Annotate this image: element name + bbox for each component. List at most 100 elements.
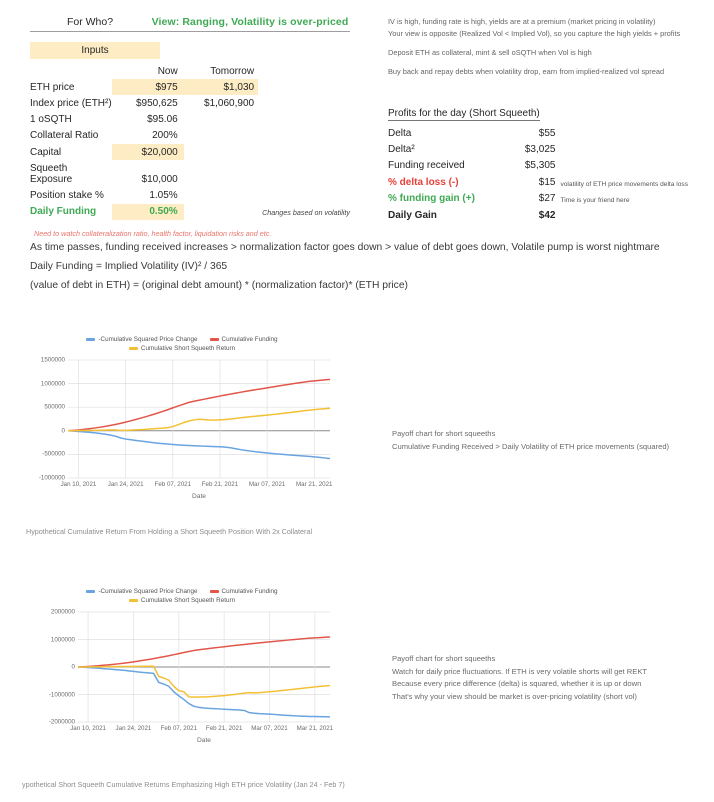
profits-row: Delta $55 xyxy=(388,125,688,141)
inputs-row-note xyxy=(258,144,350,160)
header-divider xyxy=(30,31,350,32)
inputs-row-note xyxy=(258,160,350,187)
legend-item[interactable]: -Cumulative Squared Price Change xyxy=(86,588,198,595)
legend-item[interactable]: -Cumulative Squared Price Change xyxy=(86,336,198,343)
x-axis-title: Date xyxy=(192,493,206,500)
chart-note-line: Payoff chart for short squeeths xyxy=(392,654,496,663)
inputs-table: Now Tomorrow ETH price $975 $1,030 Index pr… xyxy=(30,63,350,220)
inputs-row-now: 200% xyxy=(152,130,178,142)
profits-row-note: Time is your friend here xyxy=(560,197,630,205)
strategy-note-2: Deposit ETH as collateral, mint & sell o… xyxy=(388,48,592,57)
x-axis-tick-label: Mar 21, 2021 xyxy=(296,481,333,488)
legend-swatch-icon xyxy=(128,599,138,602)
strategy-notes: IV is high, funding rate is high, yields… xyxy=(388,16,708,78)
inputs-row-label: Collateral Ratio xyxy=(30,130,99,142)
legend-label: -Cumulative Squared Price Change xyxy=(98,588,198,595)
inputs-row-tomorrow: $1,030 xyxy=(183,79,259,96)
profits-row-note xyxy=(555,207,688,223)
inputs-row-now: 0.50% xyxy=(111,203,184,220)
inputs-row-tomorrow xyxy=(184,160,258,187)
chart-legend: -Cumulative Squared Price Change Cumulati… xyxy=(22,336,342,352)
profits-row-value: $42 xyxy=(538,209,556,221)
strategy-note-1: Your view is opposite (Realized Vol < Im… xyxy=(388,29,681,38)
profits-row: % delta loss (-) $15 volatility of ETH pri… xyxy=(388,174,688,190)
strategy-header: For Who? View: Ranging, Volatility is ov… xyxy=(30,16,350,30)
inputs-row: 1 oSQTH $95.06 xyxy=(30,112,350,128)
profits-row-note xyxy=(555,158,688,174)
inputs-row-label: Index price (ETH²) xyxy=(30,97,112,109)
legend-item[interactable]: Cumulative Short Squeeth Return xyxy=(128,597,236,604)
x-axis-tick-label: Jan 24, 2021 xyxy=(107,481,144,488)
x-axis-title: Date xyxy=(197,737,211,744)
y-axis-tick-label: -1000000 xyxy=(48,691,75,698)
inputs-row: Position stake % 1.05% xyxy=(30,187,350,203)
inputs-row: Capital $20,000 xyxy=(30,143,350,161)
inputs-row-tomorrow xyxy=(184,144,258,160)
legend-item[interactable]: Cumulative Short Squeeth Return xyxy=(128,345,235,352)
x-axis-tick-label: Jan 10, 2021 xyxy=(60,481,97,488)
inputs-row-label: 1 oSQTH xyxy=(30,114,72,126)
inputs-row-now: 1.05% xyxy=(149,189,178,201)
profits-row-note xyxy=(555,125,688,141)
y-axis-tick-label: 1500000 xyxy=(40,356,65,364)
risk-warning: Need to watch collateralization ratio, h… xyxy=(34,228,272,238)
inputs-row-label: ETH price xyxy=(30,81,75,93)
column-header-now: Now xyxy=(157,65,178,77)
x-axis-tick-label: Mar 07, 2021 xyxy=(248,481,286,488)
profits-row: % funding gain (+) $27 Time is your friend… xyxy=(388,191,688,207)
inputs-row-tomorrow xyxy=(184,204,258,220)
chart-series-line xyxy=(67,378,331,432)
profits-row-value: $27 xyxy=(538,193,556,205)
legend-item[interactable]: Cumulative Funding xyxy=(209,588,278,595)
chart-series-line xyxy=(77,666,331,718)
inputs-row-now: $975 xyxy=(111,79,184,96)
explainer-block: As time passes, funding received increas… xyxy=(30,238,690,295)
profits-row-value: $5,305 xyxy=(524,160,556,172)
explainer-line: Daily Funding = Implied Volatility (IV)²… xyxy=(30,261,228,272)
inputs-row: Collateral Ratio 200% xyxy=(30,128,350,144)
y-axis-tick-label: 1000000 xyxy=(40,380,65,388)
chart-note-line: Watch for daily price fluctuations. If E… xyxy=(392,666,648,676)
profits-row-value: $3,025 xyxy=(524,144,556,156)
x-axis-tick-label: Feb 21, 2021 xyxy=(201,481,239,488)
inputs-row-note xyxy=(258,187,350,203)
chart-note-line: Cumulative Funding Received > Daily Vola… xyxy=(392,441,670,451)
chart-series-line xyxy=(77,636,331,668)
inputs-row-label: Daily Funding xyxy=(30,206,97,218)
inputs-row-note xyxy=(258,128,350,144)
chart-note-line: Because every price difference (delta) i… xyxy=(392,679,642,688)
strategy-note-0: IV is high, funding rate is high, yields… xyxy=(388,17,656,26)
legend-row: Cumulative Short Squeeth Return xyxy=(128,345,235,352)
x-axis-tick-label: Feb 21, 2021 xyxy=(205,725,243,732)
y-axis-tick-label: 500000 xyxy=(44,403,65,411)
x-axis-tick-label: Feb 07, 2021 xyxy=(160,725,198,732)
profits-row-note: volatility of ETH price movements delta … xyxy=(560,180,688,188)
chart-note-line: That's why your view should be market is… xyxy=(392,691,637,701)
chart-svg xyxy=(77,611,331,723)
chart1-notes: Payoff chart for short squeeths Cumulativ… xyxy=(392,428,669,453)
y-axis-tick-label: 0 xyxy=(61,427,65,435)
legend-label: Cumulative Funding xyxy=(221,336,278,343)
inputs-row-label: Squeeth Exposure xyxy=(30,162,73,185)
column-header-tomorrow: Tomorrow xyxy=(210,65,255,77)
inputs-row: ETH price $975 $1,030 xyxy=(30,79,350,96)
profits-panel: Profits for the day (Short Squeeth) Delt… xyxy=(388,108,688,223)
profits-row: Funding received $5,305 xyxy=(388,158,688,174)
inputs-row-tomorrow xyxy=(184,128,258,144)
profits-row-label: Funding received xyxy=(388,160,465,172)
profits-row-label: % funding gain (+) xyxy=(388,193,475,205)
profits-title: Profits for the day (Short Squeeth) xyxy=(388,108,540,121)
chart-note-line: Payoff chart for short squeeths xyxy=(392,429,496,438)
inputs-row-note xyxy=(258,79,350,95)
profits-row-label: Delta² xyxy=(388,144,415,156)
legend-item[interactable]: Cumulative Funding xyxy=(209,336,278,343)
chart-series-line xyxy=(67,407,331,432)
legend-swatch-icon xyxy=(86,338,96,341)
strategy-note-3: Buy back and repay debts when volatility… xyxy=(388,67,665,76)
profits-row-value: $55 xyxy=(538,127,556,139)
chart-plot-area: 1500000 1000000 500000 0 -500000 -1000000 Jan … xyxy=(39,357,333,501)
inputs-row-now: $10,000 xyxy=(141,173,178,185)
profits-row-label: % delta loss (-) xyxy=(388,176,459,188)
legend-label: Cumulative Short Squeeth Return xyxy=(140,597,236,604)
profits-row-label: Daily Gain xyxy=(388,209,437,221)
